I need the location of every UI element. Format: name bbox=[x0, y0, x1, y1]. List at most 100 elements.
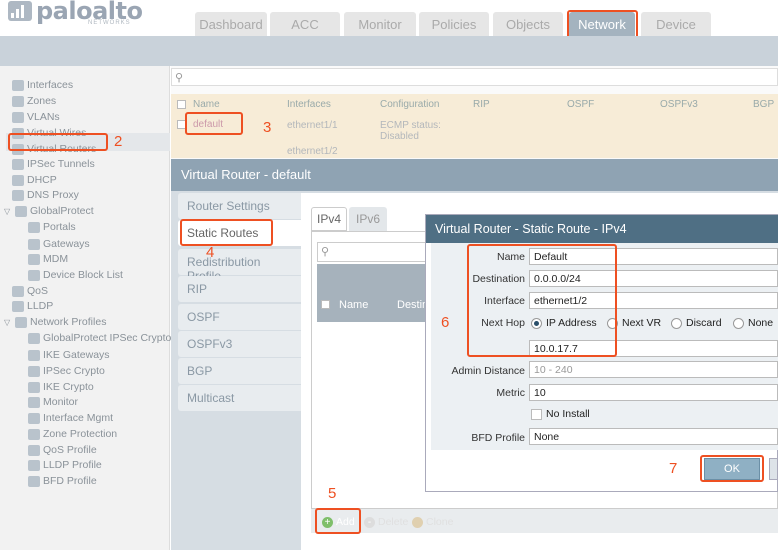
sidebar-item-label: Interface Mgmt bbox=[43, 412, 114, 424]
subtab-ipv6[interactable]: IPv6 bbox=[349, 207, 387, 231]
qos-profile-icon bbox=[28, 444, 40, 456]
paloalto-logo: paloalto bbox=[8, 0, 143, 25]
radio-label-discard: Discard bbox=[686, 317, 722, 329]
tab-acc[interactable]: ACC bbox=[270, 12, 340, 36]
tab-monitor[interactable]: Monitor bbox=[344, 12, 416, 36]
sidebar-item-label: MDM bbox=[43, 253, 69, 265]
sidebar-item-label: Zone Protection bbox=[43, 428, 118, 440]
sidebar-item-label: IPSec Crypto bbox=[43, 365, 105, 377]
sidebar-item-device-block-list[interactable]: Device Block List bbox=[28, 268, 123, 282]
highlight-static-routes bbox=[180, 219, 273, 246]
zones-icon bbox=[12, 95, 24, 107]
vr-tab-bgp[interactable]: BGP bbox=[178, 358, 301, 384]
sidebar-item-label: Monitor bbox=[43, 396, 79, 408]
sidebar-item-qos[interactable]: QoS bbox=[12, 284, 48, 298]
sidebar-item-bfd-profile[interactable]: BFD Profile bbox=[28, 474, 97, 488]
highlight-default-row bbox=[185, 112, 243, 135]
row-interface-1: ethernet1/1 bbox=[287, 120, 338, 131]
vlans-icon bbox=[12, 111, 24, 123]
sidebar-item-lldp-profile[interactable]: LLDP Profile bbox=[28, 458, 102, 472]
vr-tab-redistribution-profile[interactable]: Redistribution Profile bbox=[178, 249, 301, 283]
sidebar-item-label: IKE Gateways bbox=[43, 349, 110, 361]
vr-tab-router-settings[interactable]: Router Settings bbox=[178, 193, 301, 219]
clone-button[interactable]: Clone bbox=[412, 516, 453, 528]
sidebar-item-gateways[interactable]: Gateways bbox=[28, 237, 90, 251]
sidebar-item-ipsec-tunnels[interactable]: IPSec Tunnels bbox=[12, 157, 95, 171]
sidebar-item-dhcp[interactable]: DHCP bbox=[12, 173, 57, 187]
gateways-icon bbox=[28, 238, 40, 250]
subheader-band bbox=[0, 36, 778, 66]
delete-button[interactable]: - Delete bbox=[364, 516, 408, 528]
sidebar-item-zones[interactable]: Zones bbox=[12, 94, 56, 108]
checkbox-icon bbox=[531, 408, 542, 420]
sidebar-item-label: Gateways bbox=[43, 238, 90, 250]
sidebar-item-label: Zones bbox=[27, 95, 57, 107]
tab-device[interactable]: Device bbox=[641, 12, 711, 36]
delete-label: Delete bbox=[378, 516, 409, 528]
tab-dashboard[interactable]: Dashboard bbox=[195, 12, 267, 36]
delete-icon: - bbox=[364, 516, 375, 528]
table-header: Name Interfaces Configuration RIP OSPF O… bbox=[171, 94, 778, 116]
sidebar-item-network-profiles[interactable]: ▽ Network Profiles bbox=[4, 315, 106, 329]
routes-col-name: Name bbox=[339, 299, 369, 311]
radio-label-next-vr: Next VR bbox=[622, 317, 662, 329]
sidebar-item-portals[interactable]: Portals bbox=[28, 220, 76, 234]
annotation-4: 4 bbox=[206, 244, 215, 261]
sidebar-item-label: LLDP Profile bbox=[43, 459, 102, 471]
sidebar-item-globalprotect[interactable]: ▽ GlobalProtect bbox=[4, 204, 94, 218]
sidebar-item-label: QoS Profile bbox=[43, 444, 97, 456]
sidebar-item-zone-protection[interactable]: Zone Protection bbox=[28, 427, 117, 441]
subtab-ipv4[interactable]: IPv4 bbox=[311, 207, 347, 231]
routes-select-all-checkbox[interactable] bbox=[321, 300, 330, 309]
tab-objects[interactable]: Objects bbox=[493, 12, 563, 36]
sidebar-item-ipsec-crypto[interactable]: IPSec Crypto bbox=[28, 364, 105, 378]
metric-field[interactable]: 10 bbox=[529, 384, 778, 401]
sidebar-item-vlans[interactable]: VLANs bbox=[12, 110, 60, 124]
row-interface-2: ethernet1/2 bbox=[287, 146, 338, 157]
sidebar-item-interface-mgmt[interactable]: Interface Mgmt bbox=[28, 411, 113, 425]
sidebar-item-label: Interfaces bbox=[27, 79, 74, 91]
sidebar-item-mdm[interactable]: MDM bbox=[28, 252, 68, 266]
cancel-button[interactable] bbox=[769, 458, 778, 480]
mdm-icon bbox=[28, 253, 40, 265]
annotation-3: 3 bbox=[263, 119, 272, 136]
col-bgp: BGP bbox=[753, 99, 775, 110]
sidebar-item-monitor[interactable]: Monitor bbox=[28, 395, 78, 409]
next-hop-discard-radio[interactable]: Discard bbox=[671, 317, 722, 329]
sidebar-item-dns-proxy[interactable]: DNS Proxy bbox=[12, 188, 79, 202]
sidebar-item-qos-profile[interactable]: QoS Profile bbox=[28, 443, 97, 457]
routes-col-destination: Destin bbox=[397, 299, 429, 311]
vr-tab-rip[interactable]: RIP bbox=[178, 276, 301, 302]
col-rip: RIP bbox=[473, 99, 490, 110]
portals-icon bbox=[28, 221, 40, 233]
vr-tab-multicast[interactable]: Multicast bbox=[178, 385, 301, 411]
next-hop-none-radio[interactable]: None bbox=[733, 317, 773, 329]
no-install-checkbox[interactable]: No Install bbox=[531, 408, 590, 420]
ipsec-crypto-icon bbox=[28, 365, 40, 377]
expand-caret-icon[interactable]: ▽ bbox=[4, 207, 12, 216]
vr-tab-ospfv3[interactable]: OSPFv3 bbox=[178, 331, 301, 357]
sidebar-item-interfaces[interactable]: Interfaces bbox=[12, 78, 73, 92]
routes-search-input[interactable]: ⚲ bbox=[317, 242, 427, 262]
vr-tab-ospf[interactable]: OSPF bbox=[178, 304, 301, 330]
label-bfd-profile: BFD Profile bbox=[471, 432, 525, 444]
sidebar-item-lldp[interactable]: LLDP bbox=[12, 299, 53, 313]
label-admin-distance: Admin Distance bbox=[451, 365, 525, 377]
tab-policies[interactable]: Policies bbox=[419, 12, 489, 36]
bfd-profile-select[interactable]: None bbox=[529, 428, 778, 445]
row-config-2: Disabled bbox=[380, 131, 419, 142]
select-all-checkbox[interactable] bbox=[177, 100, 186, 109]
sidebar-item-globalprotect-ipsec-crypto[interactable]: GlobalProtect IPSec Crypto bbox=[28, 331, 171, 345]
interface-mgmt-icon bbox=[28, 412, 40, 424]
radio-icon bbox=[671, 317, 682, 329]
admin-distance-field[interactable]: 10 - 240 bbox=[529, 361, 778, 378]
sidebar-item-ike-crypto[interactable]: IKE Crypto bbox=[28, 380, 94, 394]
expand-caret-icon[interactable]: ▽ bbox=[4, 318, 12, 327]
lldp-profile-icon bbox=[28, 459, 40, 471]
logo-mark-icon bbox=[8, 1, 32, 21]
lldp-icon bbox=[12, 300, 24, 312]
sidebar-item-label: DHCP bbox=[27, 174, 57, 186]
search-input[interactable]: ⚲ bbox=[171, 68, 778, 86]
search-icon: ⚲ bbox=[175, 72, 184, 84]
sidebar-item-ike-gateways[interactable]: IKE Gateways bbox=[28, 348, 110, 362]
